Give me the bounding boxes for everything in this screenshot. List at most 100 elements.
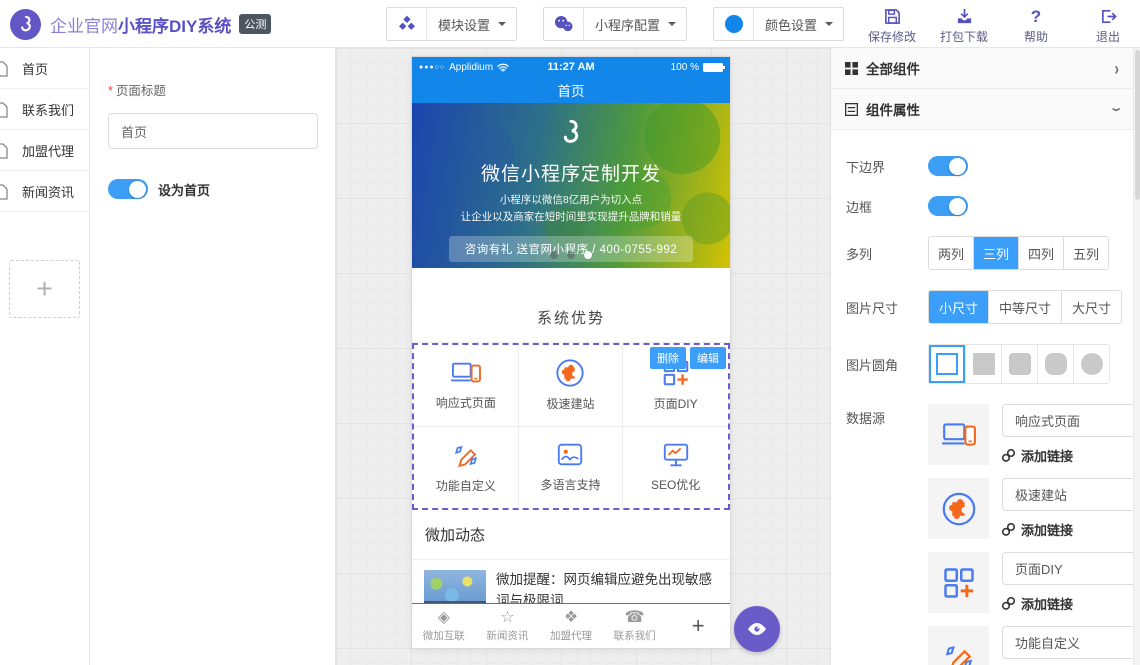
grid-item-custom[interactable]: 功能自定义	[414, 427, 519, 509]
section-title-news: 微加动态	[412, 510, 730, 560]
columns-option-3-selected[interactable]: 三列	[973, 237, 1018, 269]
delete-component-button[interactable]: 删除	[650, 347, 686, 369]
datasource-item: 添加链接	[928, 626, 1133, 665]
miniprogram-config-dropdown[interactable]: 小程序配置	[543, 7, 687, 41]
tab-contact[interactable]: ☎ 联系我们	[603, 609, 667, 643]
document-icon	[0, 184, 8, 203]
columns-option-4[interactable]: 四列	[1018, 237, 1063, 269]
page-title-input[interactable]	[108, 113, 318, 149]
add-link-button[interactable]: 添加链接	[1002, 594, 1133, 613]
columns-segmented-control: 两列 三列 四列 五列	[928, 236, 1109, 270]
banner-carousel[interactable]: 微信小程序定制开发 小程序以微信8亿用户为切入点 让企业以及商家在短时间里实现提…	[412, 103, 730, 268]
pencil-icon	[451, 440, 481, 470]
datasource-thumb	[928, 404, 989, 465]
add-link-button[interactable]: 添加链接	[1002, 520, 1133, 539]
banner-subline1: 小程序以微信8亿用户为切入点	[412, 192, 730, 207]
banner-logo-icon	[412, 117, 730, 152]
add-page-button[interactable]: +	[9, 260, 80, 318]
phone-nav-title: 首页	[412, 77, 730, 103]
carousel-dot-active[interactable]	[584, 251, 592, 259]
sidebar-item-agency[interactable]: 加盟代理	[0, 130, 89, 171]
datasource-name-input[interactable]	[1002, 404, 1133, 437]
phone-preview: ●●●○○ Applidium 11:27 AM 100 % 首页 微信小程序定…	[412, 57, 730, 648]
tab-add[interactable]: +	[666, 613, 730, 639]
modules-settings-dropdown[interactable]: 模块设置	[386, 7, 517, 41]
page-title-label: *页面标题	[108, 80, 317, 99]
image-size-row: 图片尺寸 小尺寸 中等尺寸 大尺寸	[846, 290, 1133, 324]
set-home-row: 设为首页	[108, 179, 317, 199]
carousel-dot[interactable]	[567, 251, 575, 259]
preview-button[interactable]	[734, 606, 780, 652]
signal-dots-icon: ●●●○○	[419, 64, 445, 71]
image-icon	[555, 441, 585, 469]
plus-icon: +	[692, 613, 705, 639]
datasource-list: 添加链接 添加链接	[928, 404, 1133, 665]
edit-component-button[interactable]: 编辑	[690, 347, 726, 369]
component-props-header[interactable]: 组件属性 ›	[831, 89, 1133, 130]
grid-item-responsive[interactable]: 响应式页面	[414, 345, 519, 427]
size-option-large[interactable]: 大尺寸	[1061, 291, 1121, 323]
grid-item-multilang[interactable]: 多语言支持	[519, 427, 624, 509]
carousel-dot[interactable]	[550, 251, 558, 259]
section-title-advantages: 系统优势	[412, 268, 730, 343]
eye-icon	[747, 622, 767, 636]
seo-monitor-icon	[661, 441, 691, 469]
size-option-small-selected[interactable]: 小尺寸	[929, 291, 988, 323]
save-button[interactable]: 保存修改	[866, 6, 918, 45]
sidebar-item-news[interactable]: 新闻资讯	[0, 171, 89, 212]
document-icon	[0, 61, 8, 80]
tab-news[interactable]: ☆ 新闻资讯	[476, 609, 540, 643]
component-props-panel: 全部组件 › 组件属性 › 下边界 边框 多列 两列 三列 四列	[830, 48, 1133, 665]
datasource-name-input[interactable]	[1002, 552, 1133, 585]
all-components-header[interactable]: 全部组件 ›	[831, 48, 1133, 89]
download-button[interactable]: 打包下载	[938, 6, 990, 45]
puzzle-icon	[555, 358, 585, 388]
color-settings-dropdown[interactable]: 颜色设置	[713, 7, 844, 41]
set-home-label: 设为首页	[158, 180, 210, 199]
sidebar-item-contact[interactable]: 联系我们	[0, 89, 89, 130]
selected-component-outline[interactable]: 删除 编辑 响应式页面 极速建站 页面DIY	[412, 343, 730, 510]
sidebar-item-home[interactable]: 首页	[0, 48, 89, 89]
datasource-thumb	[928, 478, 989, 539]
tab-agency[interactable]: ❖ 加盟代理	[539, 609, 603, 643]
editor-canvas: ●●●○○ Applidium 11:27 AM 100 % 首页 微信小程序定…	[336, 48, 830, 665]
bottom-border-toggle[interactable]	[928, 156, 968, 176]
radius-option-none-selected[interactable]	[929, 345, 965, 383]
help-button[interactable]: ? 帮助	[1010, 6, 1062, 45]
scrollbar-thumb[interactable]	[1135, 50, 1140, 200]
required-mark: *	[108, 84, 113, 98]
page-title: 企业官网小程序DIY系统	[50, 12, 231, 37]
radius-option-square[interactable]	[965, 345, 1001, 383]
chevron-down-icon	[668, 22, 676, 26]
exit-icon	[1100, 6, 1117, 25]
tab-weijia[interactable]: ◈ 微加互联	[412, 609, 476, 643]
set-home-toggle[interactable]	[108, 179, 148, 199]
image-radius-row: 图片圆角	[846, 344, 1133, 384]
size-option-medium[interactable]: 中等尺寸	[988, 291, 1061, 323]
add-link-button[interactable]: 添加链接	[1002, 446, 1133, 465]
datasource-item: 添加链接	[928, 552, 1133, 613]
radius-option-small[interactable]	[1001, 345, 1037, 383]
grid-item-seo[interactable]: SEO优化	[623, 427, 728, 509]
scrollbar[interactable]	[1133, 48, 1140, 665]
carrier-label: Applidium	[449, 62, 493, 73]
grid-item-fast-build[interactable]: 极速建站	[519, 345, 624, 427]
brand: 企业官网小程序DIY系统 公测	[10, 0, 271, 48]
selection-badges: 删除 编辑	[650, 347, 726, 369]
columns-option-5[interactable]: 五列	[1063, 237, 1108, 269]
save-icon	[884, 6, 901, 25]
radius-option-large[interactable]	[1037, 345, 1073, 383]
pencil-icon	[941, 639, 977, 665]
datasource-name-input[interactable]	[1002, 626, 1133, 659]
radius-option-circle[interactable]	[1073, 345, 1109, 383]
help-icon: ?	[1031, 6, 1041, 25]
exit-button[interactable]: 退出	[1082, 6, 1134, 45]
datasource-thumb	[928, 626, 989, 665]
datasource-item: 添加链接	[928, 404, 1133, 465]
border-toggle[interactable]	[928, 196, 968, 216]
wechat-icon	[544, 8, 584, 40]
columns-option-2[interactable]: 两列	[929, 237, 973, 269]
datasource-name-input[interactable]	[1002, 478, 1133, 511]
banner-heading: 微信小程序定制开发	[412, 159, 730, 186]
chevron-down-icon	[825, 22, 833, 26]
